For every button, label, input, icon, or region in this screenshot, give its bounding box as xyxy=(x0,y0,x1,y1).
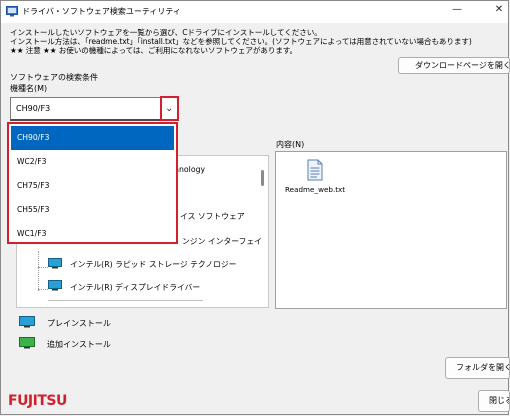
tree-hscroll[interactable] xyxy=(48,300,203,301)
tree-item-rst[interactable]: インテル(R) ラピッド ストレージ テクノロジー xyxy=(70,259,236,270)
model-option-wc2[interactable]: WC2/F3 xyxy=(11,150,174,174)
model-option-wc1[interactable]: WC1/F3 xyxy=(11,222,174,246)
tree-item-partial-3[interactable]: ンジン インターフェイ xyxy=(182,236,262,247)
tree-scrollbar-thumb[interactable] xyxy=(261,170,264,186)
chevron-down-icon: ⌄ xyxy=(165,103,174,114)
additional-install-legend-icon xyxy=(19,337,35,349)
model-option-ch55[interactable]: CH55/F3 xyxy=(11,198,174,222)
text-file-icon xyxy=(307,159,323,181)
content-label: 内容(N) xyxy=(276,140,305,149)
model-option-ch75[interactable]: CH75/F3 xyxy=(11,174,174,198)
tree-item-partial-2[interactable]: イス ソフトウェア xyxy=(180,211,245,222)
preinstall-node-icon xyxy=(48,258,62,269)
model-option-ch90[interactable]: CH90/F3 xyxy=(11,126,174,150)
intro-line-3: ★★ 注意 ★★ お使いの機種によっては、ご利用になれないソフトウェアがあります… xyxy=(10,46,298,55)
fujitsu-logo: FUJITSU xyxy=(8,393,67,409)
app-icon xyxy=(6,6,18,17)
content-pane[interactable]: Readme_web.txt xyxy=(275,151,507,309)
additional-install-legend-label: 追加インストール xyxy=(47,340,111,349)
close-button[interactable]: 閉じる xyxy=(478,390,510,412)
open-download-page-button[interactable]: ダウンロードページを開く xyxy=(398,57,510,74)
model-combobox-value: CH90/F3 xyxy=(16,104,51,113)
preinstall-legend-label: プレインストール xyxy=(47,319,111,328)
model-combobox[interactable]: CH90/F3 xyxy=(10,97,178,121)
model-dropdown-button[interactable]: ⌄ xyxy=(160,96,179,121)
file-name-readme[interactable]: Readme_web.txt xyxy=(285,185,345,194)
preinstall-legend-icon xyxy=(19,316,35,328)
open-folder-button[interactable]: フォルダを開く xyxy=(445,357,510,379)
tree-connector xyxy=(38,267,48,268)
minimize-button[interactable]: — xyxy=(448,2,466,18)
tree-connector xyxy=(38,289,48,290)
tree-item-partial-1[interactable]: hnology xyxy=(174,165,205,174)
window-title: ドライバ・ソフトウェア検索ユーティリティ xyxy=(22,7,181,16)
tree-item-display-driver[interactable]: インテル(R) ディスプレイドライバー xyxy=(70,282,200,293)
model-name-label: 機種名(M) xyxy=(10,84,48,93)
close-window-button[interactable]: ✕ xyxy=(490,2,508,18)
search-conditions-heading: ソフトウェアの検索条件 xyxy=(10,73,98,82)
tree-connector xyxy=(38,251,40,291)
preinstall-node-icon xyxy=(48,280,62,291)
model-dropdown-list[interactable]: CH90/F3 WC2/F3 CH75/F3 CH55/F3 WC1/F3 xyxy=(7,122,178,244)
